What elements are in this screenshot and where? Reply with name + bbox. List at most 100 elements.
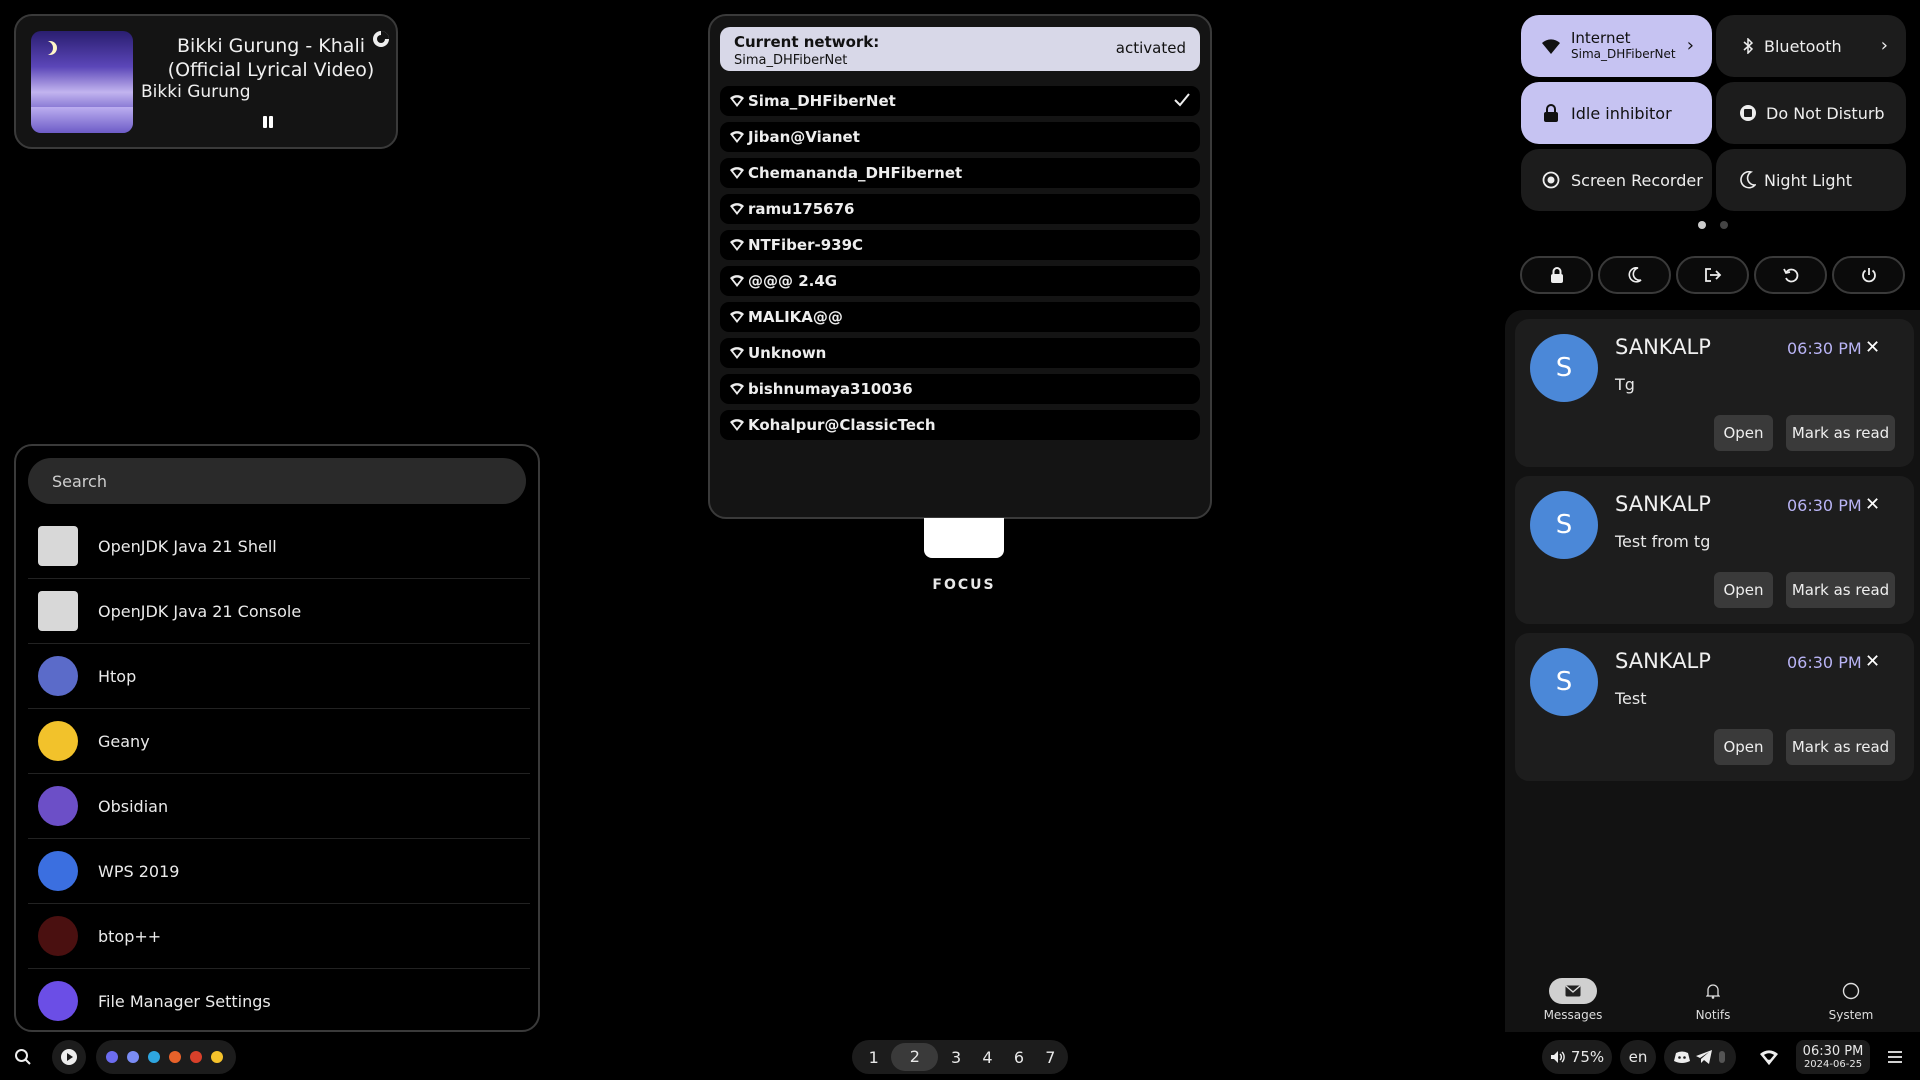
dnd-toggle[interactable]: Do Not Disturb xyxy=(1716,82,1906,144)
workspace-button[interactable]: 3 xyxy=(942,1048,969,1067)
discord-icon[interactable] xyxy=(1674,1051,1690,1063)
app-item[interactable]: File Manager Settings xyxy=(28,969,530,1030)
network-item[interactable]: @@@ 2.4G xyxy=(720,266,1200,296)
current-network-label: Current network: xyxy=(734,33,880,51)
mark-as-read-button[interactable]: Mark as read xyxy=(1786,572,1895,608)
workspace-button[interactable]: 7 xyxy=(1037,1048,1064,1067)
restart-icon xyxy=(1782,268,1798,283)
app-item[interactable]: btop++ xyxy=(28,904,530,969)
taskbar-search-button[interactable] xyxy=(6,1040,40,1074)
network-item[interactable]: bishnumaya310036 xyxy=(720,374,1200,404)
close-icon[interactable]: ✕ xyxy=(1865,651,1880,672)
app-name: OpenJDK Java 21 Console xyxy=(98,601,302,621)
power-button[interactable] xyxy=(1832,256,1905,294)
keyboard-layout[interactable]: en xyxy=(1620,1040,1656,1074)
network-item[interactable]: ramu175676 xyxy=(720,194,1200,224)
chevron-right-icon[interactable]: › xyxy=(1687,35,1694,56)
app-item[interactable]: Geany xyxy=(28,709,530,774)
restart-button[interactable] xyxy=(1754,256,1827,294)
mark-as-read-button[interactable]: Mark as read xyxy=(1786,415,1895,451)
app-icon[interactable] xyxy=(106,1051,118,1063)
workspace-button[interactable]: 1 xyxy=(860,1048,887,1067)
app-launcher: OpenJDK Java 21 Shell OpenJDK Java 21 Con… xyxy=(14,444,540,1032)
tab-notifs[interactable]: Notifs xyxy=(1668,978,1758,1022)
current-network: Current network: Sima_DHFiberNet activat… xyxy=(720,27,1200,71)
page-dot-2[interactable] xyxy=(1720,221,1728,229)
focus-indicator xyxy=(924,518,1004,558)
discord-icon[interactable] xyxy=(127,1051,139,1063)
notification-card: S SANKALP 06:30 PM ✕ Tg Open Mark as read xyxy=(1515,319,1914,467)
network-ssid: MALIKA@@ xyxy=(748,308,843,326)
network-ssid: bishnumaya310036 xyxy=(748,380,913,398)
app-name: File Manager Settings xyxy=(98,991,271,1011)
app-item[interactable]: WPS 2019 xyxy=(28,839,530,904)
firefox-icon[interactable] xyxy=(169,1051,181,1063)
wifi-icon xyxy=(1760,1049,1778,1065)
record-icon xyxy=(1541,170,1561,190)
app-item[interactable]: Htop xyxy=(28,644,530,709)
page-dot-1[interactable] xyxy=(1698,221,1706,229)
avatar: S xyxy=(1530,648,1598,716)
pause-icon[interactable] xyxy=(258,112,278,132)
open-button[interactable]: Open xyxy=(1714,572,1773,608)
tab-messages[interactable]: Messages xyxy=(1528,978,1618,1022)
bluetooth-toggle[interactable]: Bluetooth › xyxy=(1716,15,1906,77)
idle-inhibitor-toggle[interactable]: Idle inhibitor xyxy=(1521,82,1712,144)
hamburger-icon xyxy=(1888,1051,1902,1063)
mail-icon xyxy=(1549,978,1597,1004)
btop-icon xyxy=(38,916,78,956)
wifi-icon xyxy=(730,239,744,251)
close-icon[interactable]: ✕ xyxy=(1865,494,1880,515)
taskbar-app-tray xyxy=(96,1040,236,1074)
app-name: Obsidian xyxy=(98,796,169,816)
power-icon xyxy=(1861,268,1876,283)
open-button[interactable]: Open xyxy=(1714,415,1773,451)
microphone-icon[interactable] xyxy=(1718,1050,1726,1064)
app-name: btop++ xyxy=(98,926,162,946)
lock-button[interactable] xyxy=(1520,256,1593,294)
network-item[interactable]: Chemananda_DHFibernet xyxy=(720,158,1200,188)
terminal-icon[interactable] xyxy=(190,1051,202,1063)
workspace-button[interactable]: 6 xyxy=(1005,1048,1032,1067)
track-artist: Bikki Gurung xyxy=(141,82,251,102)
app-item[interactable]: OpenJDK Java 21 Console xyxy=(28,579,530,644)
logout-button[interactable] xyxy=(1676,256,1749,294)
screen-recorder-toggle[interactable]: Screen Recorder xyxy=(1521,149,1712,211)
notification-sender: SANKALP xyxy=(1615,335,1711,359)
volume-indicator[interactable]: 75% xyxy=(1542,1040,1612,1074)
telegram-icon[interactable] xyxy=(1696,1050,1712,1064)
sleep-button[interactable] xyxy=(1598,256,1671,294)
open-button[interactable]: Open xyxy=(1714,729,1773,765)
taskbar-media-button[interactable] xyxy=(52,1040,86,1074)
chevron-right-icon[interactable]: › xyxy=(1881,35,1888,56)
network-item[interactable]: Sima_DHFiberNet xyxy=(720,86,1200,116)
network-item[interactable]: Jiban@Vianet xyxy=(720,122,1200,152)
notification-time: 06:30 PM xyxy=(1787,653,1862,672)
app-item[interactable]: Obsidian xyxy=(28,774,530,839)
workspace-button[interactable]: 4 xyxy=(974,1048,1001,1067)
bluetooth-label: Bluetooth xyxy=(1764,36,1842,56)
clock[interactable]: 06:30 PM 2024-06-25 xyxy=(1796,1040,1870,1074)
app-item[interactable]: OpenJDK Java 21 Shell xyxy=(28,514,530,579)
network-item[interactable]: NTFiber-939C xyxy=(720,230,1200,260)
notification-card: S SANKALP 06:30 PM ✕ Test Open Mark as read xyxy=(1515,633,1914,781)
workspace-button[interactable]: 2 xyxy=(891,1043,939,1071)
network-item[interactable]: Unknown xyxy=(720,338,1200,368)
network-item[interactable]: MALIKA@@ xyxy=(720,302,1200,332)
geany-icon[interactable] xyxy=(211,1051,223,1063)
night-light-toggle[interactable]: Night Light xyxy=(1716,149,1906,211)
panel-menu-button[interactable] xyxy=(1878,1040,1912,1074)
launcher-search-input[interactable] xyxy=(28,458,526,504)
tab-notifs-label: Notifs xyxy=(1695,1008,1731,1022)
close-icon[interactable]: ✕ xyxy=(1865,337,1880,358)
telegram-icon[interactable] xyxy=(148,1051,160,1063)
dnd-label: Do Not Disturb xyxy=(1766,103,1885,123)
tab-system[interactable]: System xyxy=(1806,978,1896,1022)
network-item[interactable]: Kohalpur@ClassicTech xyxy=(720,410,1200,440)
clock-time: 06:30 PM xyxy=(1802,1044,1864,1059)
taskbar-wifi[interactable] xyxy=(1754,1040,1784,1074)
notification-time: 06:30 PM xyxy=(1787,339,1862,358)
mark-as-read-button[interactable]: Mark as read xyxy=(1786,729,1895,765)
internet-toggle[interactable]: Internet Sima_DHFiberNet › xyxy=(1521,15,1712,77)
network-ssid: Chemananda_DHFibernet xyxy=(748,164,963,182)
